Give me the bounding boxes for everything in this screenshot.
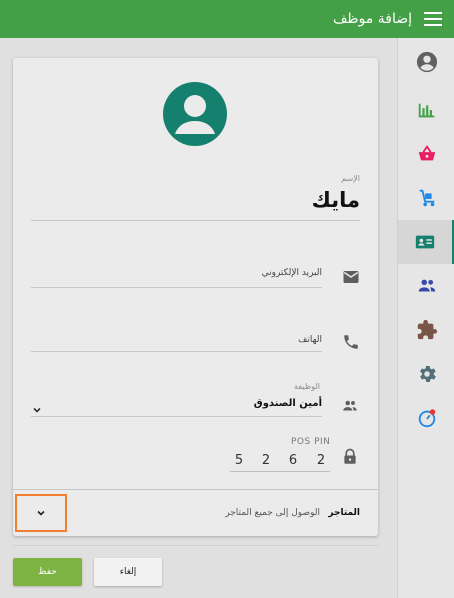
page-title: إضافة موظف [332,11,412,27]
top-app-bar: إضافة موظف [0,0,454,38]
email-field[interactable]: البريد الإلكتروني [262,268,322,278]
puzzle-icon[interactable] [398,308,454,352]
name-label: الإسم [341,174,360,183]
lock-icon [341,448,359,466]
pin-digit[interactable]: 6 [286,453,300,468]
shopping-basket-icon[interactable] [398,132,454,176]
hand-truck-icon[interactable] [398,176,454,220]
actions-divider [13,545,378,546]
settings-gear-icon[interactable] [398,352,454,396]
phone-icon [342,333,360,351]
email-underline [31,287,322,288]
stores-label: المتاجر [328,508,360,518]
role-underline [31,416,322,417]
name-underline [31,220,360,221]
role-dropdown-chevron-icon[interactable] [31,401,43,413]
pin-digit[interactable]: 2 [314,453,328,468]
help-icon[interactable] [398,396,454,440]
people-icon[interactable] [398,264,454,308]
employee-avatar-icon[interactable] [163,82,227,146]
employee-form-card: الإسم مايك البريد الإلكتروني الهاتف الوظ… [13,58,378,536]
stores-divider [13,489,378,490]
phone-underline [31,351,322,352]
stores-expand-button[interactable] [15,494,67,532]
phone-field[interactable]: الهاتف [298,335,322,345]
nav-rail [397,38,454,598]
role-label: الوظيفة [294,382,320,391]
people-icon [341,397,359,415]
pin-underline [230,471,330,472]
stores-value: الوصول إلى جميع المتاجر [225,508,320,518]
cancel-button[interactable]: إلغاء [94,558,162,586]
chevron-down-icon [37,510,45,516]
menu-icon[interactable] [424,12,442,26]
bar-chart-icon[interactable] [398,88,454,132]
role-select[interactable]: أمين الصندوق [254,398,322,409]
pos-pin-label: POS PIN [291,437,331,447]
account-circle-icon[interactable] [398,40,454,84]
save-button[interactable]: حفظ [13,558,82,586]
pin-digit[interactable]: 2 [259,453,273,468]
id-card-icon[interactable] [398,220,454,264]
name-field[interactable]: مايك [312,188,360,212]
pin-digit[interactable]: 5 [232,453,246,468]
email-icon [342,268,360,286]
